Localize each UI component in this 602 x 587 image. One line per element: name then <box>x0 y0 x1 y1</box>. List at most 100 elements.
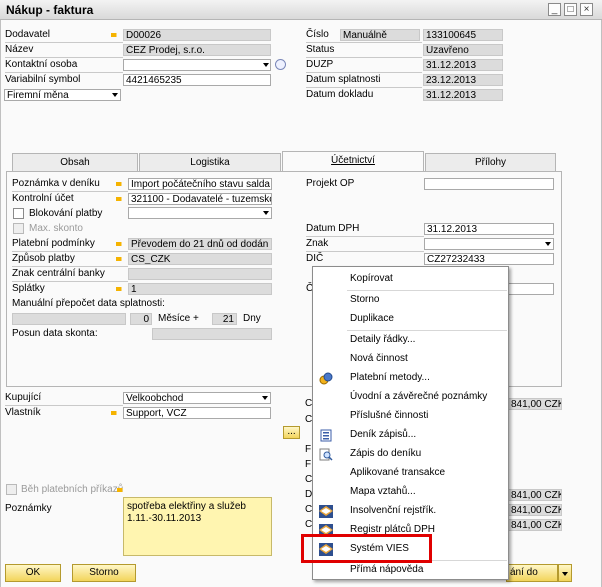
variabilni-symbol-field[interactable]: 4421465235 <box>123 74 271 86</box>
menu-item-prima-napoveda[interactable]: Přímá nápověda <box>314 561 508 580</box>
platebni-podminky-label: Platební podmínky <box>12 238 95 249</box>
max-skonto-checkbox[interactable] <box>13 223 24 234</box>
divider <box>5 405 123 406</box>
datum-dph-field[interactable]: 31.12.2013 <box>424 223 554 235</box>
months-field[interactable]: 0 <box>130 313 152 325</box>
divider <box>5 42 123 43</box>
kontaktni-osoba-label: Kontaktní osoba <box>5 59 78 70</box>
projekt-op-label: Projekt OP <box>306 178 355 189</box>
close-button[interactable]: × <box>580 3 593 16</box>
beh-platebnich-prikazu-checkbox[interactable] <box>6 484 17 495</box>
ellipsis-button[interactable]: ... <box>283 426 300 439</box>
divider <box>5 72 123 73</box>
duzp-field[interactable]: 31.12.2013 <box>423 59 503 71</box>
chevron-down-icon[interactable] <box>112 93 118 97</box>
maximize-button[interactable]: □ <box>564 3 577 16</box>
chevron-down-icon[interactable] <box>263 211 269 215</box>
menu-item-aplikovane-transakce[interactable]: Aplikované transakce <box>314 464 508 483</box>
menu-item-label: Deník zápisů... <box>350 429 417 440</box>
vlastnik-field[interactable]: Support, VCZ <box>123 407 271 419</box>
menu-item-prislusne-cinnosti[interactable]: Příslušné činnosti <box>314 407 508 426</box>
poznamka-v-deniku-field[interactable]: Import počátečního stavu salda <box>128 178 272 190</box>
menu-item-label: Insolvenční rejstřík. <box>350 505 437 516</box>
znak-centralni-banky-field[interactable] <box>128 268 272 280</box>
divider <box>12 266 128 267</box>
menu-item-label: Mapa vztahů... <box>350 486 416 497</box>
posun-data-skonta-field[interactable] <box>152 328 272 340</box>
menu-item-label: Přímá nápověda <box>350 564 424 575</box>
zpusob-platby-field[interactable]: CS_CZK <box>128 253 272 265</box>
dodavatel-label: Dodavatel <box>5 29 51 40</box>
copy-to-button[interactable]: ání do <box>506 564 558 582</box>
ok-button[interactable]: OK <box>5 564 61 582</box>
menu-item-nova-cinnost[interactable]: Nová činnost <box>314 350 508 369</box>
poznamky-textarea[interactable]: spotřeba elektřiny a služeb 1.11.-30.11.… <box>123 497 272 556</box>
window-titlebar: Nákup - faktura _ □ × <box>0 0 602 20</box>
tab-prilohy[interactable]: Přílohy <box>425 153 556 172</box>
variabilni-symbol-label: Variabilní symbol <box>5 74 81 85</box>
divider <box>306 72 422 73</box>
znak-centralni-banky-label: Znak centrální banky <box>12 268 105 279</box>
datum-dokladu-field[interactable]: 31.12.2013 <box>423 89 503 101</box>
menu-item-zapis-do-deniku[interactable]: Zápis do deníku <box>314 445 508 464</box>
row-label: F <box>305 459 312 470</box>
kontrolni-ucet-label: Kontrolní účet <box>12 193 74 204</box>
menu-item-label: Duplikace <box>350 313 394 324</box>
kupujici-select[interactable]: Velkoobchod <box>123 392 271 404</box>
partial-field[interactable] <box>508 283 554 295</box>
window-title: Nákup - faktura <box>6 3 94 17</box>
datum-dph-label: Datum DPH <box>306 223 360 234</box>
amount-field: 841,00 CZK <box>508 398 562 410</box>
menu-item-label: Příslušné činnosti <box>350 410 429 421</box>
projekt-op-field[interactable] <box>424 178 554 190</box>
dic-field[interactable]: CZ27232433 <box>424 253 554 265</box>
minimize-button[interactable]: _ <box>548 3 561 16</box>
znak-select[interactable] <box>424 238 554 250</box>
datum-splatnosti-field[interactable]: 23.12.2013 <box>423 74 503 86</box>
copy-to-dropdown-button[interactable] <box>558 564 572 582</box>
max-skonto-label: Max. skonto <box>29 223 83 234</box>
tab-logistika[interactable]: Logistika <box>139 153 281 172</box>
days-field[interactable]: 21 <box>212 313 237 325</box>
blokovani-platby-checkbox[interactable] <box>13 208 24 219</box>
menu-item-label: Aplikované transakce <box>350 467 446 478</box>
splatky-field[interactable]: 1 <box>128 283 272 295</box>
menu-item-uvodni-poznamky[interactable]: Úvodní a závěrečné poznámky <box>314 388 508 407</box>
menu-item-kopirovat[interactable]: Kopírovat <box>314 270 508 289</box>
menu-item-platebni-metody[interactable]: Platební metody... <box>314 369 508 388</box>
highlight-frame <box>301 534 432 563</box>
list-icon[interactable] <box>275 59 286 70</box>
kontaktni-osoba-select[interactable] <box>123 59 271 71</box>
divider <box>12 281 128 282</box>
journal-icon <box>320 429 332 442</box>
chevron-down-icon[interactable] <box>262 396 268 400</box>
vies-icon <box>319 505 333 518</box>
tab-obsah[interactable]: Obsah <box>12 153 138 172</box>
menu-item-mapa-vztahu[interactable]: Mapa vztahů... <box>314 483 508 502</box>
series-select[interactable]: Manuálně <box>340 29 420 41</box>
cislo-field[interactable]: 133100645 <box>423 29 503 41</box>
chevron-down-icon[interactable] <box>263 63 269 67</box>
blokovani-platby-label: Blokování platby <box>29 208 103 219</box>
mesice-label: Měsíce + <box>158 313 199 324</box>
storno-button[interactable]: Storno <box>72 564 136 582</box>
dny-label: Dny <box>243 313 261 324</box>
poznamky-label: Poznámky <box>5 503 52 514</box>
blokovani-reason-select[interactable] <box>128 207 272 219</box>
chevron-down-icon[interactable] <box>545 242 551 246</box>
dodavatel-field[interactable]: D00026 <box>123 29 271 41</box>
manualni-prepocet-field[interactable] <box>12 313 126 325</box>
nazev-field[interactable]: ČEZ Prodej, s.r.o. <box>123 44 271 56</box>
kontrolni-ucet-field[interactable]: 321100 - Dodavatelé - tuzemsko <box>128 193 272 205</box>
menu-item-label: Detaily řádky... <box>350 334 416 345</box>
menu-item-denik-zapisu[interactable]: Deník zápisů... <box>314 426 508 445</box>
menu-item-storno[interactable]: Storno <box>314 291 508 310</box>
menu-item-duplikace[interactable]: Duplikace <box>314 310 508 329</box>
menu-item-detaily-radky[interactable]: Detaily řádky... <box>314 331 508 350</box>
splatky-label: Splátky <box>12 283 45 294</box>
currency-select[interactable]: Firemní měna <box>4 89 121 101</box>
tab-ucetnictvi[interactable]: Účetnictví <box>282 151 424 172</box>
dic-label: DIČ <box>306 253 324 264</box>
platebni-podminky-field[interactable]: Převodem do 21 dnů od dodán <box>128 238 272 250</box>
menu-item-insolvencni-rejstrik[interactable]: Insolvenční rejstřík. <box>314 502 508 521</box>
